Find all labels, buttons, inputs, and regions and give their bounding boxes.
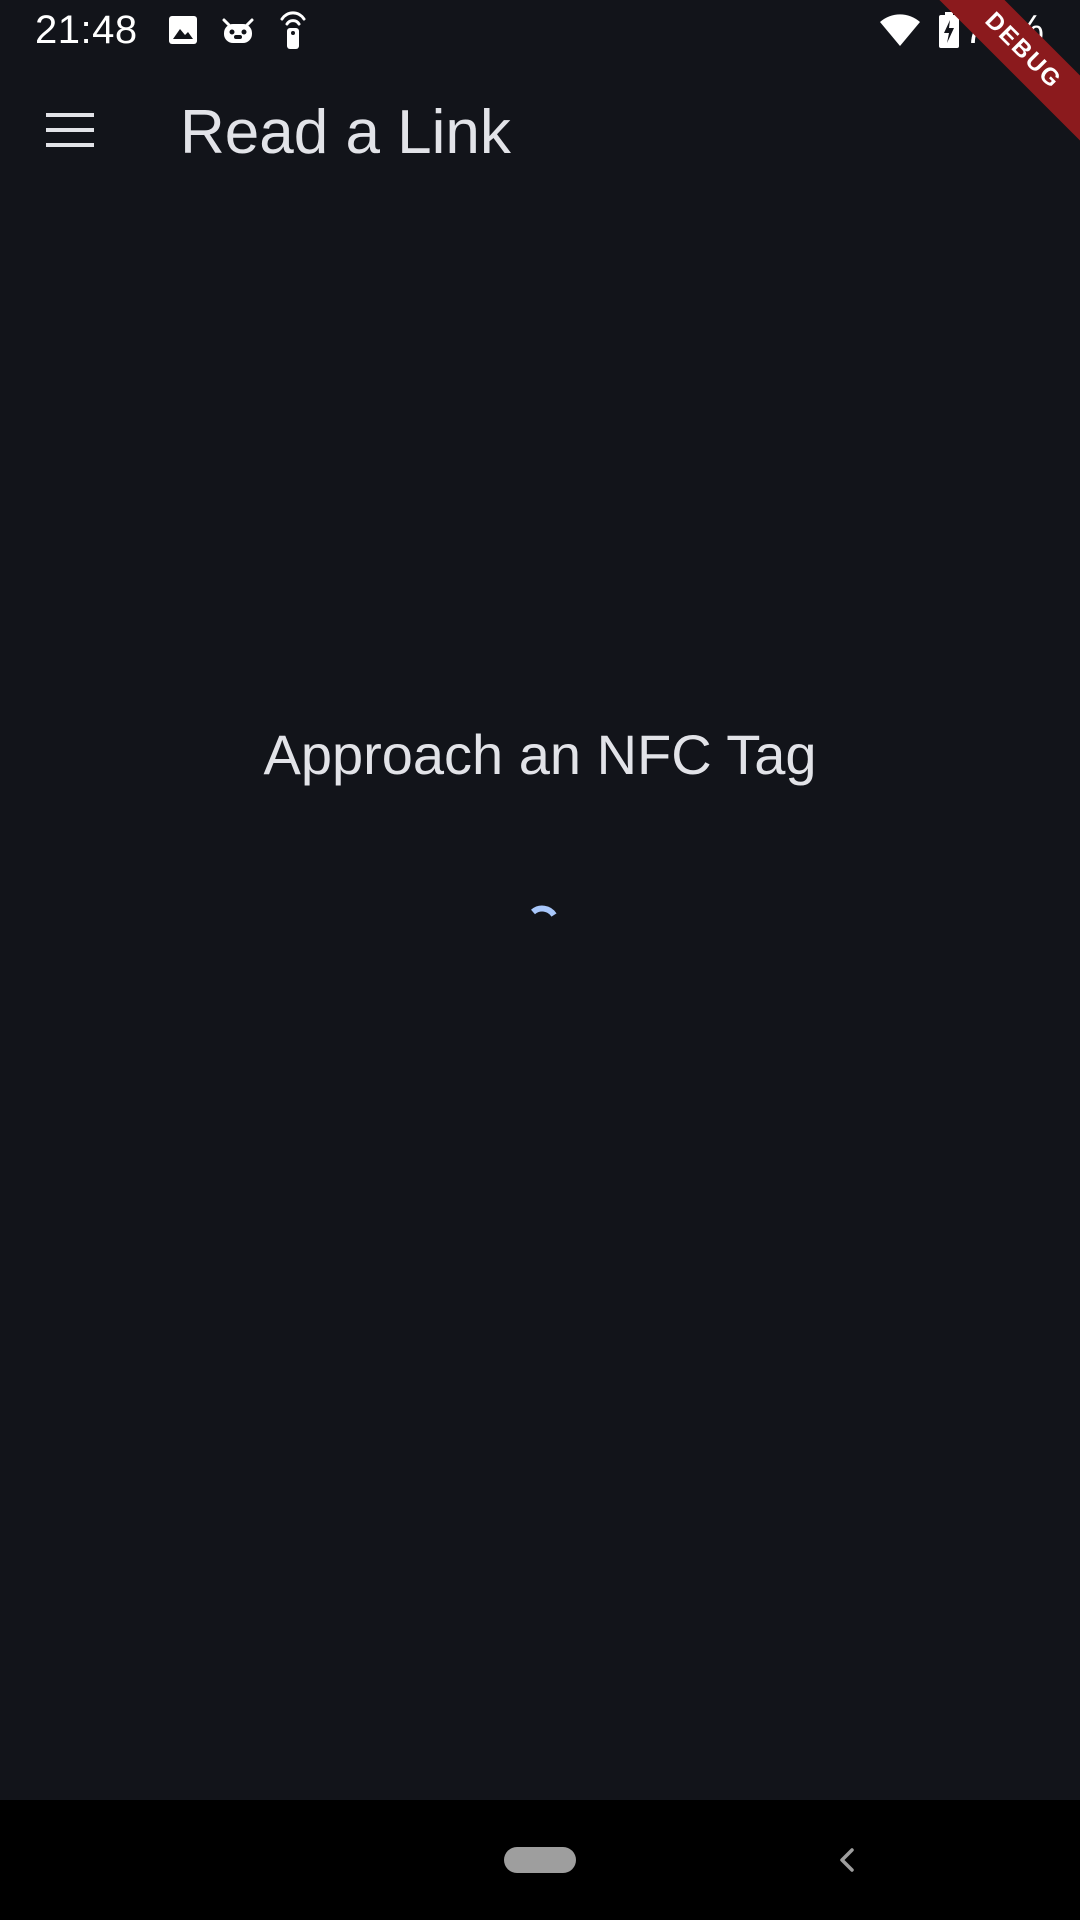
menu-button[interactable] — [28, 94, 112, 170]
navigation-bar — [0, 1800, 1080, 1920]
nfc-signal-icon — [278, 10, 308, 50]
wifi-icon — [880, 14, 920, 46]
app-bar: Read a Link — [0, 63, 1080, 201]
back-icon — [828, 1848, 864, 1888]
image-icon — [168, 15, 198, 45]
android-debug-icon — [221, 16, 255, 44]
loading-spinner — [524, 898, 564, 938]
menu-icon — [46, 112, 94, 152]
nfc-prompt-message: Approach an NFC Tag — [263, 723, 817, 786]
back-button[interactable] — [828, 1836, 864, 1884]
screen: 21:48 DEBUG Read a Link Approach an NFC … — [0, 0, 1080, 1920]
status-bar: 21:48 — [0, 0, 1080, 63]
home-button[interactable] — [504, 1847, 576, 1873]
page-title: Read a Link — [180, 98, 511, 167]
status-time: 21:48 — [35, 8, 138, 52]
